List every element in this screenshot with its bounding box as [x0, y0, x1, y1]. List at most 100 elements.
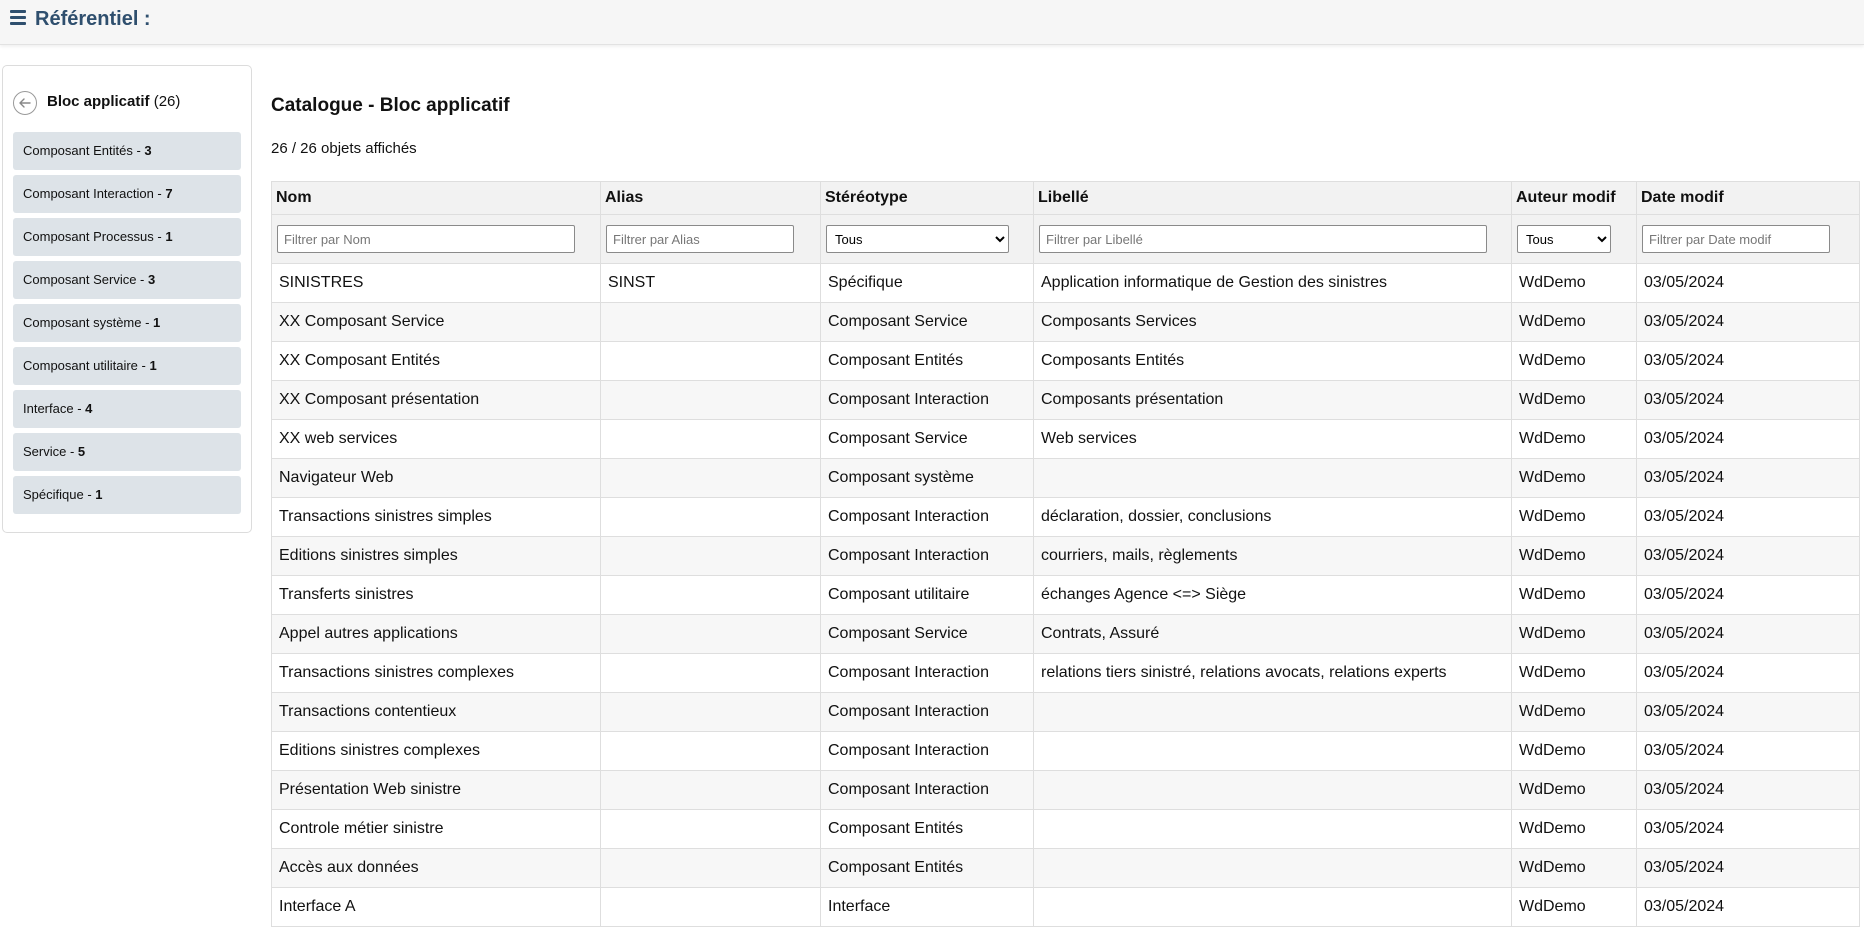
table-row[interactable]: Transferts sinistres Composant utilitaire… — [271, 575, 1860, 615]
table-row[interactable]: Interface A Interface WdDemo 03/05/2024 — [271, 887, 1860, 927]
filter-cell-nom — [271, 214, 601, 264]
cell-alias — [600, 458, 821, 498]
table-row[interactable]: Présentation Web sinistre Composant Inter… — [271, 770, 1860, 810]
cell-nom: Appel autres applications — [271, 614, 601, 654]
cell-auteur-modif: WdDemo — [1511, 380, 1637, 420]
table-row[interactable]: XX Composant Entités Composant Entités Com… — [271, 341, 1860, 381]
table-row[interactable]: XX web services Composant Service Web serv… — [271, 419, 1860, 459]
sidebar-item[interactable]: Composant système - 1 — [13, 304, 241, 342]
hamburger-menu-icon[interactable] — [10, 10, 26, 26]
cell-stereotype: Composant Interaction — [820, 380, 1034, 420]
sidebar-item-label: Composant système - — [23, 315, 154, 330]
sidebar-item[interactable]: Composant Interaction - 7 — [13, 175, 241, 213]
cell-libelle: déclaration, dossier, conclusions — [1033, 497, 1512, 537]
table-row[interactable]: XX Composant Service Composant Service Com… — [271, 302, 1860, 342]
cell-libelle — [1033, 770, 1512, 810]
cell-libelle — [1033, 887, 1512, 927]
cell-stereotype: Composant Interaction — [820, 770, 1034, 810]
filter-auteur-select[interactable]: Tous — [1517, 225, 1611, 253]
cell-date-modif: 03/05/2024 — [1636, 770, 1860, 810]
objects-count: 26 / 26 objets affichés — [271, 140, 417, 157]
sidebar-item[interactable]: Interface - 4 — [13, 390, 241, 428]
cell-date-modif: 03/05/2024 — [1636, 341, 1860, 381]
table-row[interactable]: Accès aux données Composant Entités WdDemo… — [271, 848, 1860, 888]
column-header-nom[interactable]: Nom — [271, 181, 601, 215]
cell-nom: Transferts sinistres — [271, 575, 601, 615]
cell-libelle — [1033, 458, 1512, 498]
sidebar-item[interactable]: Composant Entités - 3 — [13, 132, 241, 170]
filter-stereotype-select[interactable]: Tous — [826, 225, 1009, 253]
column-header-stereotype[interactable]: Stéréotype — [820, 181, 1034, 215]
sidebar-item[interactable]: Service - 5 — [13, 433, 241, 471]
cell-auteur-modif: WdDemo — [1511, 614, 1637, 654]
table-row[interactable]: Transactions contentieux Composant Intera… — [271, 692, 1860, 732]
table-row[interactable]: SINISTRES SINST Spécifique Application info… — [271, 263, 1860, 303]
cell-date-modif: 03/05/2024 — [1636, 848, 1860, 888]
cell-auteur-modif: WdDemo — [1511, 848, 1637, 888]
cell-alias: SINST — [600, 263, 821, 303]
cell-alias — [600, 536, 821, 576]
cell-date-modif: 03/05/2024 — [1636, 419, 1860, 459]
sidebar: Bloc applicatif (26) Composant Entités -… — [2, 65, 252, 533]
sidebar-item-count: 3 — [148, 272, 156, 287]
cell-stereotype: Composant Interaction — [820, 536, 1034, 576]
sidebar-item-count: 1 — [153, 315, 161, 330]
app-title: Référentiel : — [35, 8, 151, 30]
cell-date-modif: 03/05/2024 — [1636, 497, 1860, 537]
cell-stereotype: Spécifique — [820, 263, 1034, 303]
cell-auteur-modif: WdDemo — [1511, 731, 1637, 771]
sidebar-item[interactable]: Composant utilitaire - 1 — [13, 347, 241, 385]
column-header-alias[interactable]: Alias — [600, 181, 821, 215]
table-row[interactable]: Appel autres applications Composant Servi… — [271, 614, 1860, 654]
cell-alias — [600, 419, 821, 459]
back-arrow-circle-icon[interactable] — [13, 91, 37, 115]
cell-auteur-modif: WdDemo — [1511, 458, 1637, 498]
table-row[interactable]: Editions sinistres complexes Composant In… — [271, 731, 1860, 771]
sidebar-item-label: Service - — [23, 444, 78, 459]
cell-date-modif: 03/05/2024 — [1636, 614, 1860, 654]
table-row[interactable]: Transactions sinistres complexes Composan… — [271, 653, 1860, 693]
sidebar-item[interactable]: Spécifique - 1 — [13, 476, 241, 514]
cell-auteur-modif: WdDemo — [1511, 575, 1637, 615]
cell-alias — [600, 887, 821, 927]
filter-nom-input[interactable] — [277, 225, 575, 253]
cell-stereotype: Composant Interaction — [820, 731, 1034, 771]
cell-stereotype: Composant Entités — [820, 341, 1034, 381]
cell-nom: SINISTRES — [271, 263, 601, 303]
filter-cell-stereotype: Tous — [820, 214, 1034, 264]
cell-stereotype: Composant système — [820, 458, 1034, 498]
cell-stereotype: Composant Service — [820, 302, 1034, 342]
column-header-auteur-modif[interactable]: Auteur modif — [1511, 181, 1637, 215]
cell-alias — [600, 497, 821, 537]
cell-libelle: échanges Agence <=> Siège — [1033, 575, 1512, 615]
table-row[interactable]: XX Composant présentation Composant Inter… — [271, 380, 1860, 420]
filter-date-input[interactable] — [1642, 225, 1830, 253]
sidebar-title: Bloc applicatif (26) — [47, 93, 180, 110]
sidebar-item-label: Composant Entités - — [23, 143, 145, 158]
cell-nom: XX Composant Service — [271, 302, 601, 342]
sidebar-list: Composant Entités - 3 Composant Interacti… — [13, 132, 241, 519]
filter-alias-input[interactable] — [606, 225, 794, 253]
table-row[interactable]: Navigateur Web Composant système WdDemo 03/… — [271, 458, 1860, 498]
cell-libelle: Composants Services — [1033, 302, 1512, 342]
cell-libelle: Composants Entités — [1033, 341, 1512, 381]
table-row[interactable]: Controle métier sinistre Composant Entité… — [271, 809, 1860, 849]
sidebar-item[interactable]: Composant Processus - 1 — [13, 218, 241, 256]
cell-alias — [600, 653, 821, 693]
cell-auteur-modif: WdDemo — [1511, 497, 1637, 537]
cell-alias — [600, 380, 821, 420]
table-row[interactable]: Editions sinistres simples Composant Inte… — [271, 536, 1860, 576]
cell-libelle: Application informatique de Gestion des … — [1033, 263, 1512, 303]
column-header-libelle[interactable]: Libellé — [1033, 181, 1512, 215]
cell-nom: Interface A — [271, 887, 601, 927]
table-row[interactable]: Transactions sinistres simples Composant … — [271, 497, 1860, 537]
sidebar-item-count: 5 — [77, 444, 86, 459]
cell-auteur-modif: WdDemo — [1511, 770, 1637, 810]
sidebar-title-label: Bloc applicatif — [47, 93, 150, 110]
sidebar-item[interactable]: Composant Service - 3 — [13, 261, 241, 299]
cell-date-modif: 03/05/2024 — [1636, 536, 1860, 576]
cell-stereotype: Interface — [820, 887, 1034, 927]
filter-libelle-input[interactable] — [1039, 225, 1487, 253]
column-header-date-modif[interactable]: Date modif — [1636, 181, 1860, 215]
cell-alias — [600, 614, 821, 654]
